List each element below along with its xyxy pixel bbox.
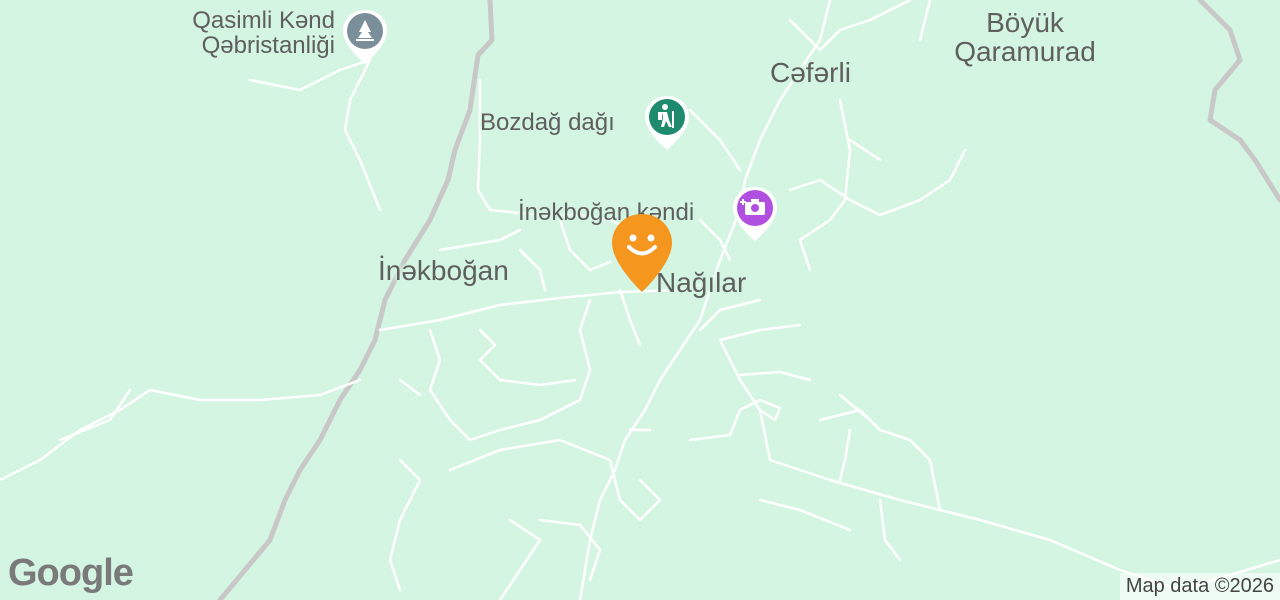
smiley-marker-icon[interactable]: [610, 212, 674, 294]
road-south-2: [478, 328, 577, 387]
road-network: [0, 0, 1280, 600]
hiking-icon[interactable]: [643, 94, 691, 154]
road-south-5: [498, 518, 542, 600]
road-center-7: [698, 218, 732, 262]
road-center-8: [398, 378, 422, 397]
road-center-3: [618, 288, 642, 347]
road-ne-1: [788, 0, 912, 52]
road-east-2: [738, 370, 812, 382]
road-north-west: [248, 58, 382, 212]
road-east-3: [688, 398, 782, 442]
google-logo: Google: [8, 552, 134, 594]
road-east-6: [838, 428, 852, 482]
place-label-inekbogan[interactable]: İnəkboğan: [378, 256, 509, 286]
boundary-line-east: [1197, 0, 1280, 203]
road-center-6: [688, 108, 742, 172]
road-ne-6: [918, 0, 932, 42]
road-center-2: [558, 218, 612, 272]
map-attribution[interactable]: Map data ©2026: [1119, 573, 1280, 600]
road-ne-5: [848, 138, 882, 162]
road-main-ns: [578, 0, 832, 600]
road-south-1: [428, 298, 592, 442]
poi-label-qasimli-cemetery[interactable]: Qasimli Kənd Qəbristanliği: [160, 8, 335, 59]
road-south-6: [538, 518, 602, 582]
road-east-8: [758, 498, 852, 532]
road-south-3: [388, 458, 422, 592]
road-ne-4: [698, 298, 762, 332]
road-center-4: [438, 228, 522, 252]
road-east-1: [718, 323, 802, 342]
road-east-5: [838, 393, 872, 422]
place-label-ceferli[interactable]: Cəfərli: [770, 58, 851, 88]
place-label-boyuk-qaramurad[interactable]: Böyük Qaramurad: [940, 8, 1110, 67]
road-south-4: [448, 438, 662, 522]
camera-icon[interactable]: [731, 185, 779, 245]
map-canvas[interactable]: İnəkboğan Nağılar Cəfərli Böyük Qaramura…: [0, 0, 1280, 600]
road-center-5: [518, 248, 547, 292]
cemetery-icon[interactable]: [341, 8, 389, 68]
road-east-7: [878, 498, 902, 562]
poi-label-bozdag[interactable]: Bozdağ dağı: [480, 110, 615, 135]
road-west-2: [58, 388, 132, 442]
